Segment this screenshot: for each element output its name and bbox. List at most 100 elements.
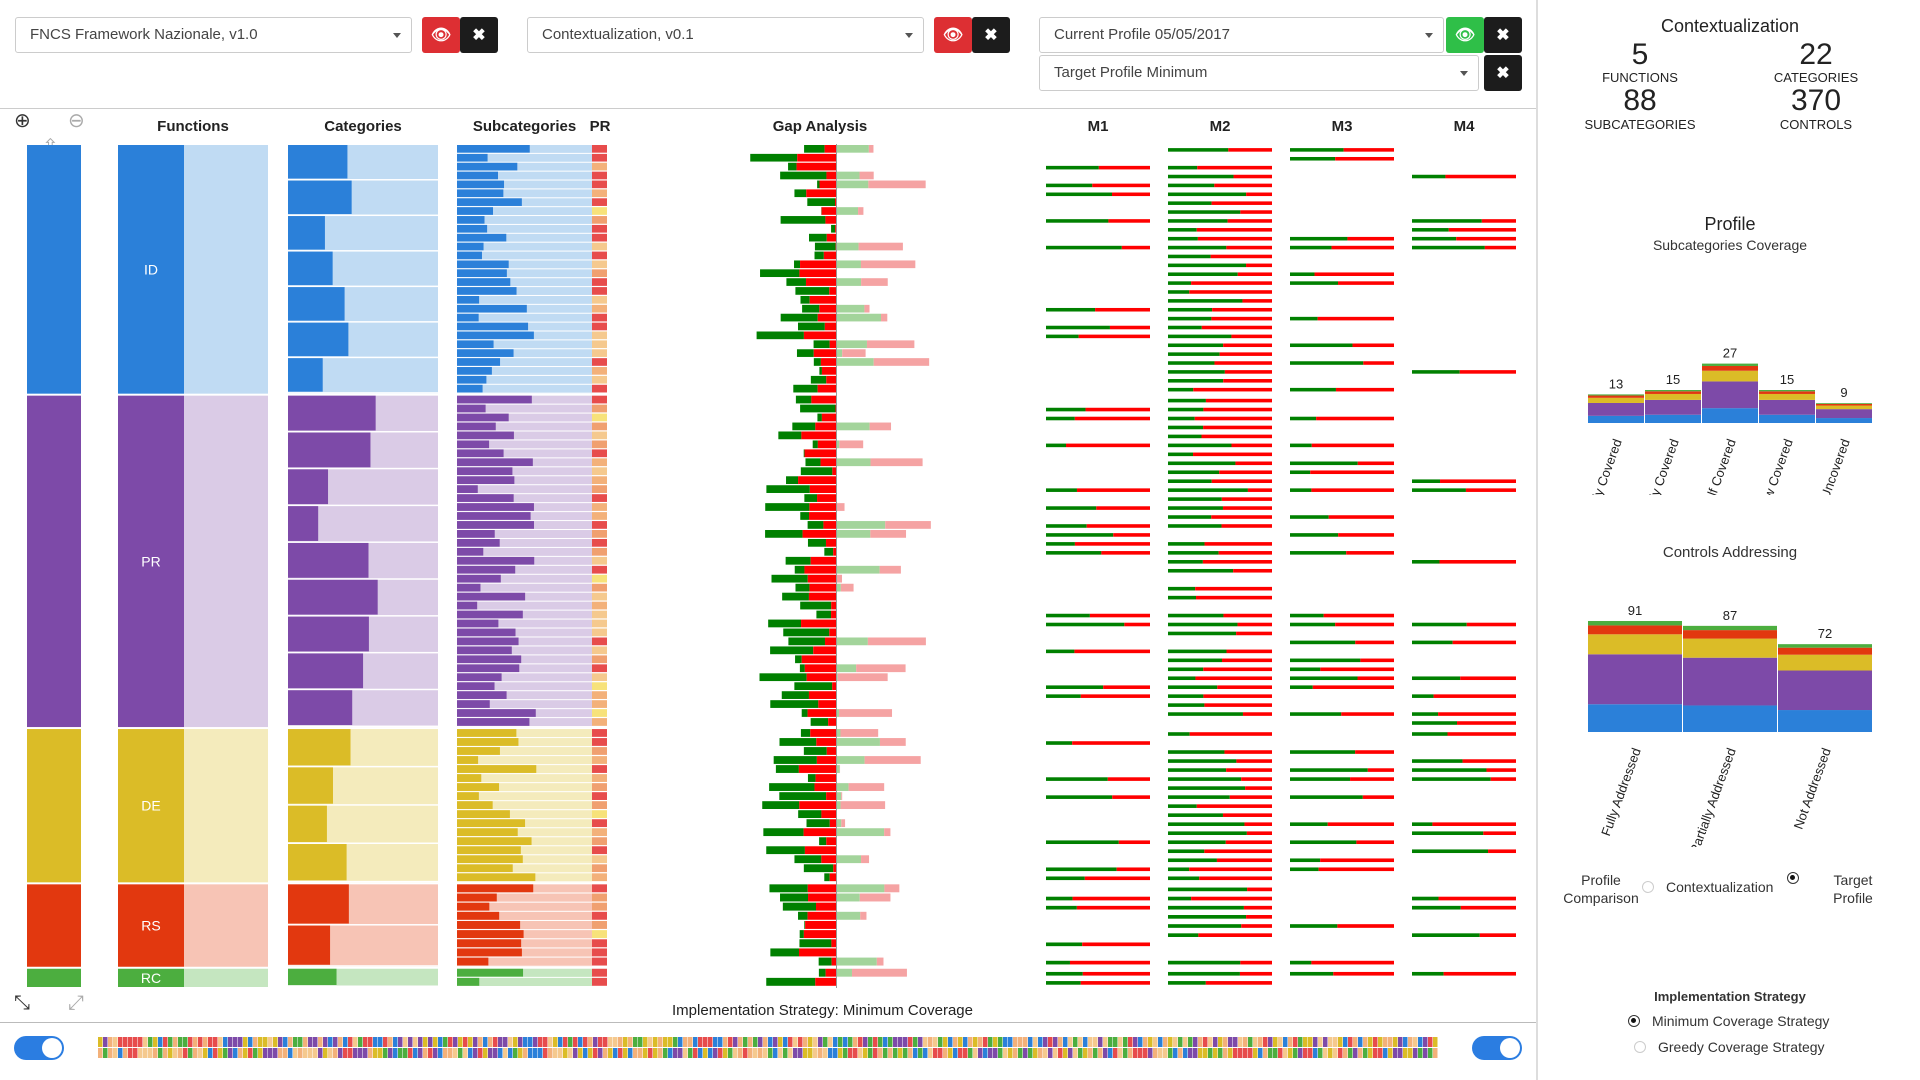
matrix-red <box>1197 236 1272 241</box>
strip-cell-bottom <box>213 1048 218 1058</box>
strip-cell-top <box>963 1037 968 1047</box>
strip-cell-bottom <box>1058 1048 1063 1058</box>
matrix-red <box>1074 416 1150 421</box>
matrix-green <box>1168 488 1248 492</box>
subcategory-divider <box>457 609 592 611</box>
framework-select[interactable]: FNCS Framework Nazionale, v1.0 <box>15 17 412 53</box>
contextualization-radio[interactable] <box>1642 881 1654 893</box>
strip-cell-top <box>653 1037 658 1047</box>
subcategory-bar <box>457 911 500 920</box>
gap-red <box>815 422 836 431</box>
target-profile-select[interactable]: Target Profile Minimum <box>1039 55 1479 91</box>
subcategory-bar <box>457 792 479 800</box>
strip-cell-bottom <box>1033 1048 1038 1058</box>
contextualization-option-label: Contextualization <box>1666 879 1774 895</box>
subcategory-bar <box>457 304 527 313</box>
current-profile-remove-button[interactable]: ✖ <box>1484 17 1522 53</box>
strip-cell-bottom <box>473 1048 478 1058</box>
gap-red <box>816 738 836 746</box>
framework-view-button[interactable]: 👁 <box>422 17 460 53</box>
right-toggle[interactable] <box>1472 1036 1522 1060</box>
contextualization-select[interactable]: Contextualization, v0.1 <box>527 17 924 53</box>
matrix-green <box>1168 506 1223 510</box>
stack-segment <box>1759 393 1815 400</box>
bar-category-label: Mostly Covered <box>1637 437 1682 495</box>
target-profile-remove-button[interactable]: ✖ <box>1484 55 1522 91</box>
gap-red <box>832 682 836 691</box>
strip-cell-bottom <box>748 1048 753 1058</box>
gap-red <box>820 358 836 366</box>
strip-cell-top <box>1368 1037 1373 1047</box>
strip-cell-bottom <box>1168 1048 1173 1058</box>
matrix-red <box>1225 840 1272 845</box>
matrix-green <box>1168 542 1205 546</box>
gap-red <box>809 503 836 511</box>
matrix-green <box>1168 831 1247 836</box>
greedy-coverage-radio[interactable] <box>1634 1041 1646 1053</box>
stack-segment <box>1645 391 1701 394</box>
strip-cell-bottom <box>303 1048 308 1058</box>
priority-cell <box>592 384 607 393</box>
target-profile-radio[interactable] <box>1787 872 1799 884</box>
function-bg-de <box>184 729 268 883</box>
strip-cell-top <box>1223 1037 1228 1047</box>
current-profile-select[interactable]: Current Profile 05/05/2017 <box>1039 17 1444 53</box>
priority-cell <box>592 574 607 583</box>
gap-red <box>807 709 836 717</box>
gap-light-green <box>836 968 852 977</box>
gap-red <box>821 413 836 422</box>
matrix-red <box>1311 443 1394 448</box>
stack-segment <box>1778 670 1872 711</box>
strip-cell-bottom <box>553 1048 558 1058</box>
stack-segment <box>1645 390 1701 392</box>
matrix-red <box>1457 721 1516 725</box>
matrix-green <box>1168 981 1206 985</box>
gap-green <box>795 583 810 592</box>
matrix-red <box>1227 219 1272 223</box>
minimum-coverage-radio[interactable] <box>1628 1015 1640 1027</box>
strip-cell-top <box>493 1037 498 1047</box>
stack-segment <box>1702 370 1758 382</box>
priority-cell <box>592 957 607 966</box>
contextualization-view-button[interactable]: 👁 <box>934 17 972 53</box>
implementation-strip[interactable] <box>98 1037 1438 1059</box>
matrix-green <box>1046 971 1083 976</box>
gap-green <box>804 920 806 929</box>
strip-cell-bottom <box>103 1048 108 1058</box>
matrix-red <box>1341 712 1394 716</box>
matrix-green <box>1046 777 1108 781</box>
stack-segment <box>1816 403 1872 404</box>
framework-remove-button[interactable]: ✖ <box>460 17 498 53</box>
matrix-red <box>1082 942 1150 947</box>
strip-cell-bottom <box>608 1048 613 1058</box>
matrix-green <box>1290 960 1312 965</box>
priority-cell <box>592 367 607 375</box>
priority-cell <box>592 349 607 357</box>
matrix-green <box>1168 228 1197 232</box>
gap-light-red <box>869 422 892 431</box>
subcategory-divider <box>457 170 592 172</box>
current-profile-view-button[interactable]: 👁 <box>1446 17 1484 53</box>
left-toggle[interactable] <box>14 1036 64 1060</box>
contextualization-remove-button[interactable]: ✖ <box>972 17 1010 53</box>
matrix-green <box>1168 586 1196 591</box>
strip-cell-bottom <box>788 1048 793 1058</box>
matrix-green <box>1168 379 1224 383</box>
strip-cell-top <box>298 1037 303 1047</box>
strip-cell-bottom <box>128 1048 133 1058</box>
matrix-red <box>1233 568 1272 573</box>
gap-green <box>798 810 822 819</box>
strip-cell-bottom <box>418 1048 423 1058</box>
strip-cell-top <box>1183 1037 1188 1047</box>
strip-cell-bottom <box>1243 1048 1248 1058</box>
subcategory-divider <box>457 484 592 486</box>
strip-cell-top <box>1413 1037 1418 1047</box>
gap-red <box>829 340 836 349</box>
gap-green <box>813 358 821 366</box>
matrix-red <box>1092 183 1150 188</box>
gap-red <box>801 431 836 440</box>
strip-cell-bottom <box>1178 1048 1183 1058</box>
strip-cell-bottom <box>288 1048 293 1058</box>
gap-light-green <box>836 884 885 893</box>
strip-cell-bottom <box>673 1048 678 1058</box>
